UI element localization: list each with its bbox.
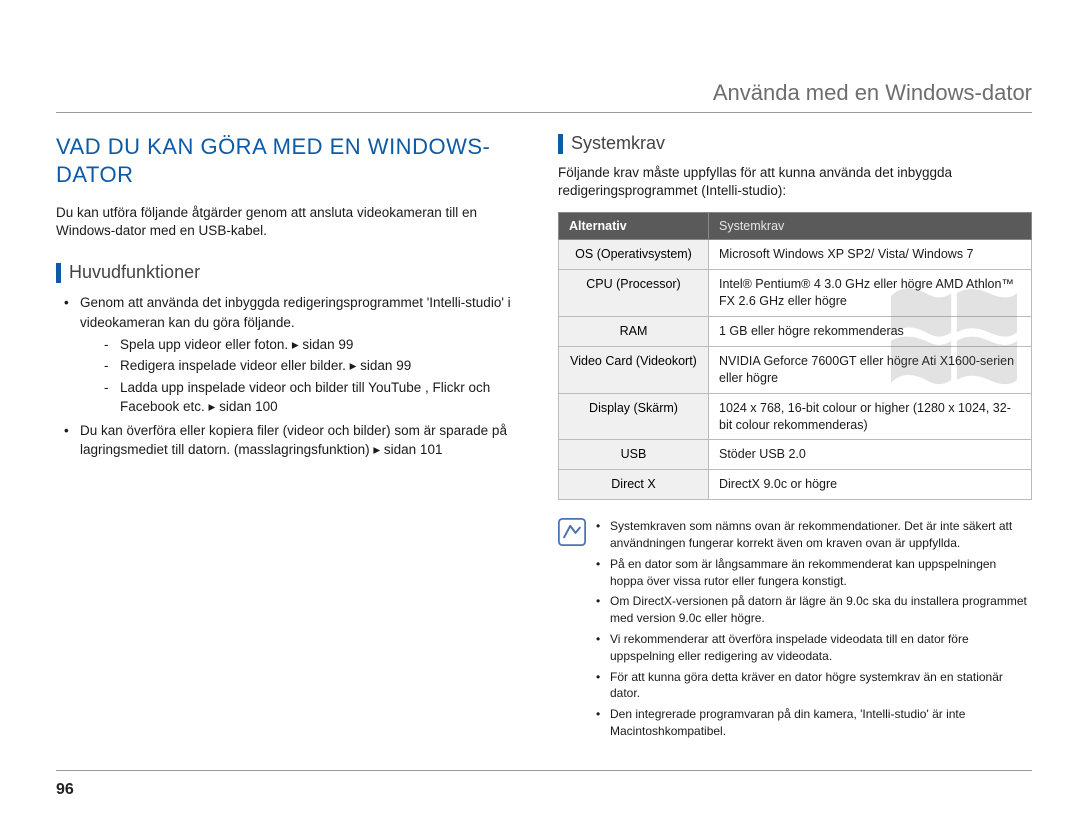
requirements-table: Alternativ Systemkrav OS (Operativsystem… xyxy=(558,212,1032,500)
note-item: För att kunna göra detta kräver en dator… xyxy=(596,669,1032,703)
req-val: 1024 x 768, 16-bit colour or higher (128… xyxy=(709,393,1032,440)
note-item: På en dator som är långsammare än rekomm… xyxy=(596,556,1032,590)
chapter-heading: Använda med en Windows-dator xyxy=(56,80,1032,113)
req-alt: USB xyxy=(559,440,709,470)
main-functions-list: Genom att använda det inbyggda redigerin… xyxy=(56,293,530,460)
list-item: Du kan överföra eller kopiera filer (vid… xyxy=(64,421,530,460)
table-row: CPU (Processor) Intel® Pentium® 4 3.0 GH… xyxy=(559,270,1032,317)
req-alt: CPU (Processor) xyxy=(559,270,709,317)
table-row: RAM 1 GB eller högre rekommenderas xyxy=(559,317,1032,347)
page-number: 96 xyxy=(56,781,74,799)
footer-rule xyxy=(56,770,1032,771)
note-item: Systemkraven som nämns ovan är rekommend… xyxy=(596,518,1032,552)
right-column: Systemkrav Följande krav måste uppfyllas… xyxy=(558,133,1032,744)
intro-text: Du kan utföra följande åtgärder genom at… xyxy=(56,204,530,240)
requirements-intro: Följande krav måste uppfyllas för att ku… xyxy=(558,164,1032,200)
req-alt: OS (Operativsystem) xyxy=(559,240,709,270)
table-row: Video Card (Videokort) NVIDIA Geforce 76… xyxy=(559,346,1032,393)
req-val: Stöder USB 2.0 xyxy=(709,440,1032,470)
left-column: VAD DU KAN GÖRA MED EN WINDOWS-DATOR Du … xyxy=(56,133,530,744)
note-icon xyxy=(558,518,586,744)
list-item: Genom att använda det inbyggda redigerin… xyxy=(64,293,530,416)
table-row: Display (Skärm) 1024 x 768, 16-bit colou… xyxy=(559,393,1032,440)
subhead-label: Huvudfunktioner xyxy=(69,262,200,283)
section-title: VAD DU KAN GÖRA MED EN WINDOWS-DATOR xyxy=(56,133,530,188)
req-alt: RAM xyxy=(559,317,709,347)
note-item: Vi rekommenderar att överföra inspelade … xyxy=(596,631,1032,665)
sub-item: Spela upp videor eller foton. ▸ sidan 99 xyxy=(104,335,530,355)
req-val: DirectX 9.0c or högre xyxy=(709,470,1032,500)
req-val: Intel® Pentium® 4 3.0 GHz eller högre AM… xyxy=(709,270,1032,317)
note-item: Om DirectX-versionen på datorn är lägre … xyxy=(596,593,1032,627)
list-text: Genom att använda det inbyggda redigerin… xyxy=(80,295,511,330)
req-alt: Direct X xyxy=(559,470,709,500)
th-systemkrav: Systemkrav xyxy=(709,213,1032,240)
table-row: USB Stöder USB 2.0 xyxy=(559,440,1032,470)
subhead-main-functions: Huvudfunktioner xyxy=(56,262,530,283)
req-val: NVIDIA Geforce 7600GT eller högre Ati X1… xyxy=(709,346,1032,393)
subhead-systemkrav: Systemkrav xyxy=(558,133,1032,154)
table-row: Direct X DirectX 9.0c or högre xyxy=(559,470,1032,500)
sub-item: Ladda upp inspelade videor och bilder ti… xyxy=(104,378,530,417)
req-alt: Video Card (Videokort) xyxy=(559,346,709,393)
req-val: 1 GB eller högre rekommenderas xyxy=(709,317,1032,347)
table-row: OS (Operativsystem) Microsoft Windows XP… xyxy=(559,240,1032,270)
notes-list: Systemkraven som nämns ovan är rekommend… xyxy=(596,518,1032,744)
note-item: Den integrerade programvaran på din kame… xyxy=(596,706,1032,740)
sub-item: Redigera inspelade videor eller bilder. … xyxy=(104,356,530,376)
notes-box: Systemkraven som nämns ovan är rekommend… xyxy=(558,518,1032,744)
req-alt: Display (Skärm) xyxy=(559,393,709,440)
th-alternativ: Alternativ xyxy=(559,213,709,240)
subhead-label: Systemkrav xyxy=(571,133,665,154)
req-val: Microsoft Windows XP SP2/ Vista/ Windows… xyxy=(709,240,1032,270)
